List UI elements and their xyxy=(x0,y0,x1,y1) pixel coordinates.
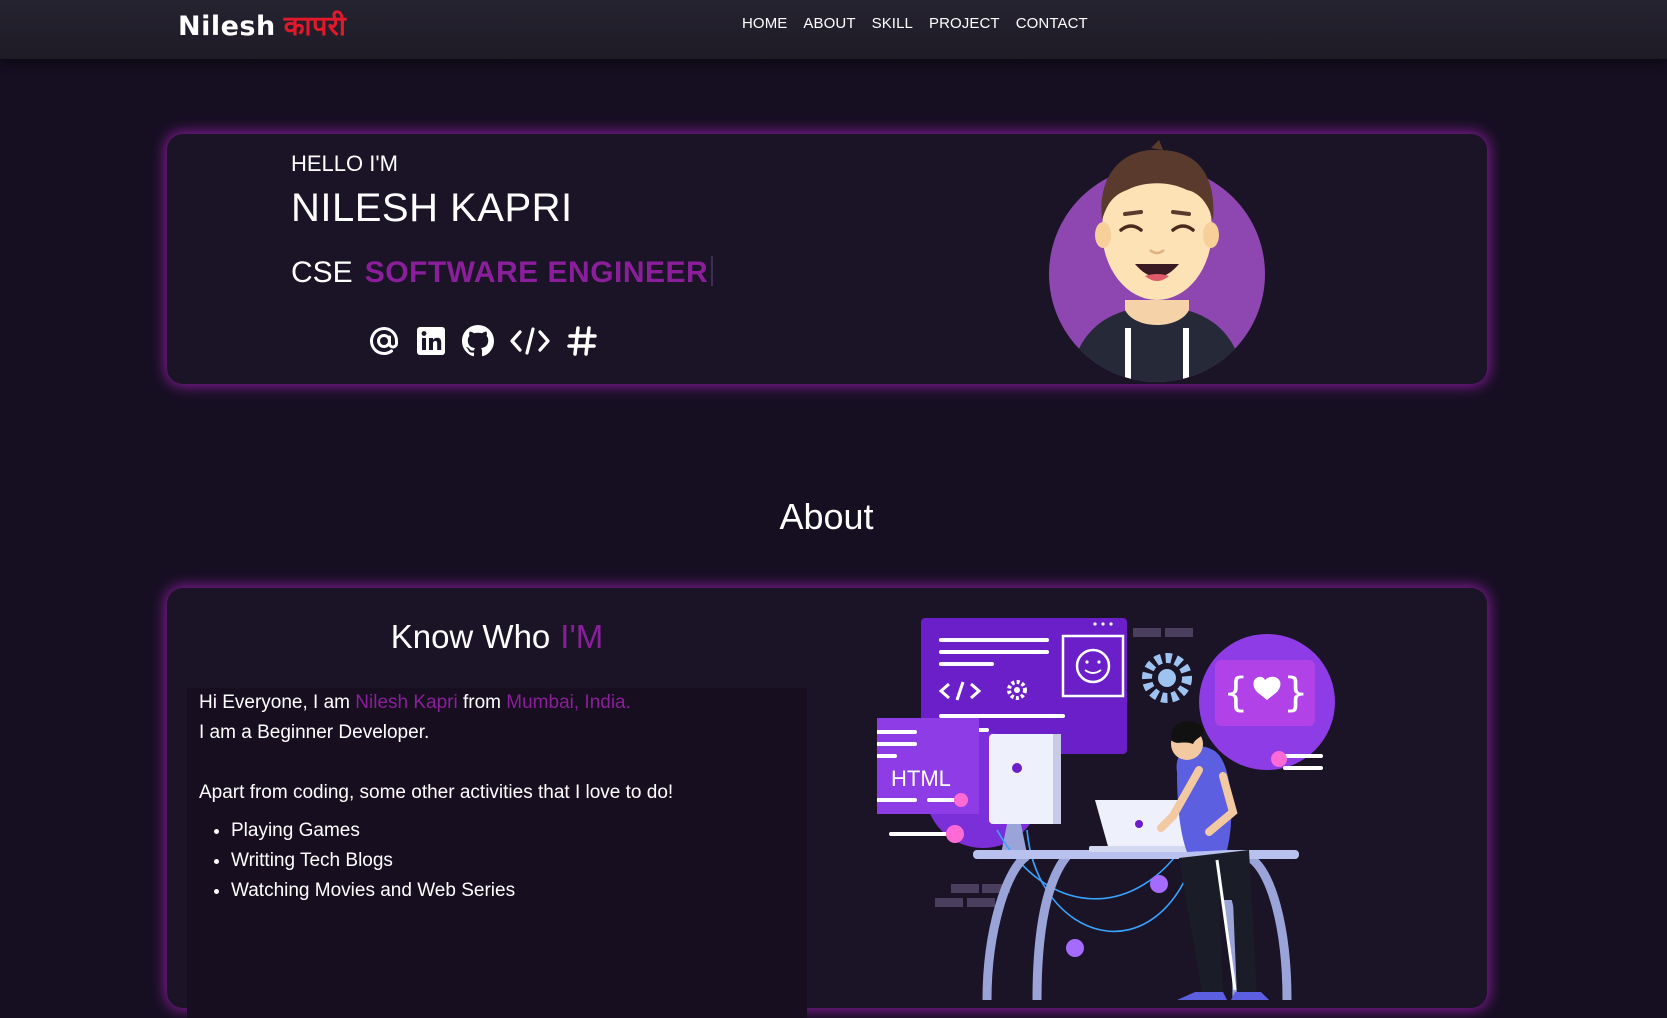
github-icon[interactable] xyxy=(461,324,495,358)
role-typed: SOFTWARE ENGINEER xyxy=(364,256,709,289)
intro-line: Hi Everyone, I am Nilesh Kapri from Mumb… xyxy=(199,688,795,718)
know-who-text: Know Who xyxy=(390,618,551,655)
svg-text:}: } xyxy=(1283,670,1308,716)
typing-cursor xyxy=(711,256,714,286)
avatar xyxy=(1047,140,1267,382)
nav-contact[interactable]: CONTACT xyxy=(1016,15,1088,32)
hero-card: HELLO I'M NILESH KAPRI CSE SOFTWARE ENGIN… xyxy=(167,134,1487,384)
svg-text:{: { xyxy=(1223,670,1248,716)
hero-greeting: HELLO I'M xyxy=(291,151,398,176)
activities-list: Playing Games Writting Tech Blogs Watchi… xyxy=(231,816,795,906)
navbar: Nilesh कापरी HOME ABOUT SKILL PROJECT CON… xyxy=(0,0,1667,59)
list-item: Writting Tech Blogs xyxy=(231,846,795,876)
hashnode-icon[interactable] xyxy=(565,324,599,358)
intro-prefix: Hi Everyone, I am xyxy=(199,692,350,713)
html-label: HTML xyxy=(891,766,951,791)
brand-last-name: कापरी xyxy=(283,11,347,42)
list-item: Watching Movies and Web Series xyxy=(231,876,795,906)
intro-place: Mumbai, India. xyxy=(506,692,631,713)
hero-name: NILESH KAPRI xyxy=(291,186,573,230)
developer-illustration: HTML { } xyxy=(861,600,1397,1001)
nav-about[interactable]: ABOUT xyxy=(803,15,855,32)
intro-from: from xyxy=(463,692,501,713)
about-card: Know Who I'M Hi Everyone, I am Nilesh Kap… xyxy=(167,588,1487,1018)
nav-skill[interactable]: SKILL xyxy=(872,15,913,32)
social-links xyxy=(367,324,599,358)
linkedin-icon[interactable] xyxy=(414,324,448,358)
brand-logo[interactable]: Nilesh कापरी xyxy=(178,6,346,43)
at-icon[interactable] xyxy=(367,324,401,358)
nav-project[interactable]: PROJECT xyxy=(929,15,1000,32)
activities-intro: Apart from coding, some other activities… xyxy=(199,782,674,803)
code-icon[interactable] xyxy=(508,324,552,358)
intro-name: Nilesh Kapri xyxy=(355,692,458,713)
list-item: Playing Games xyxy=(231,816,795,846)
role-prefix: CSE xyxy=(291,256,353,289)
nav-links: HOME ABOUT SKILL PROJECT CONTACT xyxy=(742,15,1104,32)
about-section-title: About xyxy=(779,496,874,537)
beginner-line: I am a Beginner Developer. xyxy=(199,722,430,743)
hero-role: CSE SOFTWARE ENGINEER xyxy=(291,256,714,290)
about-text: Hi Everyone, I am Nilesh Kapri from Mumb… xyxy=(187,688,807,1018)
know-who-accent: I'M xyxy=(560,618,604,655)
brand-first-name: Nilesh xyxy=(178,11,276,42)
nav-home[interactable]: HOME xyxy=(742,15,787,32)
know-who-heading: Know Who I'M xyxy=(167,618,827,656)
